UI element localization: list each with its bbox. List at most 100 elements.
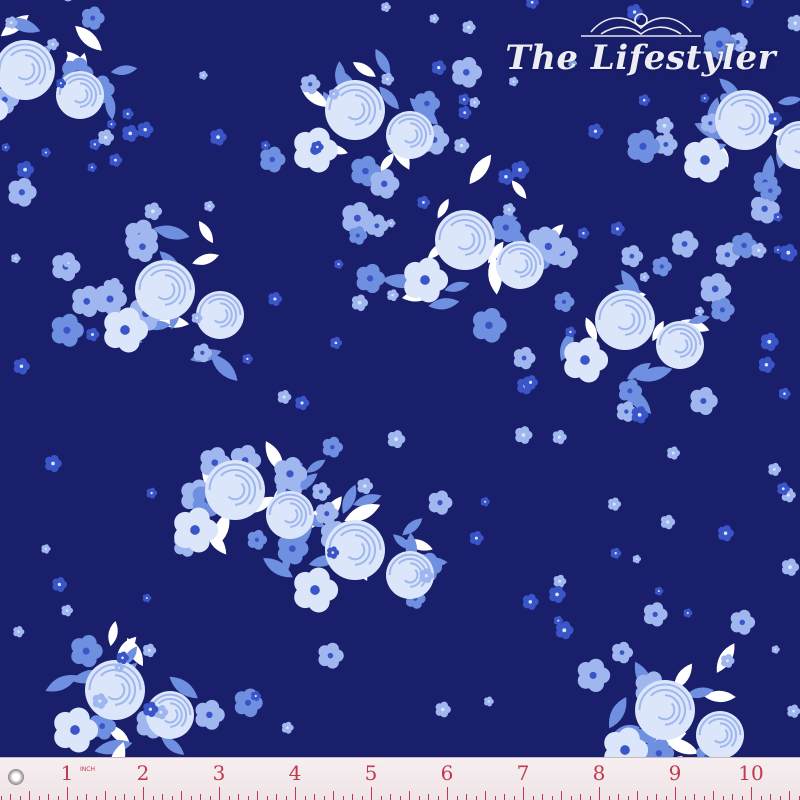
ruler-tick — [656, 794, 657, 800]
ruler-tick — [618, 794, 619, 800]
ruler-tick — [694, 794, 695, 800]
ruler-tick — [86, 794, 87, 800]
ruler-tick — [570, 796, 572, 800]
ruler-tick — [741, 796, 743, 800]
ruler-tick — [114, 796, 116, 800]
ruler-tick — [228, 796, 230, 800]
ruler-tick — [314, 794, 315, 800]
ruler-tick — [409, 791, 410, 800]
ruler-tick — [0, 796, 2, 800]
ruler-tick — [713, 791, 714, 800]
ruler-tick — [760, 796, 762, 800]
ruler-tick — [418, 796, 420, 800]
ruler-number: 8 — [592, 761, 606, 785]
ruler-tick — [162, 794, 163, 800]
ruler-tick — [95, 796, 97, 800]
watermark: The Lifestyler — [505, 8, 776, 78]
ruler-number: 3 — [212, 761, 226, 785]
ruler-tick — [209, 796, 211, 800]
ruler-tick — [608, 796, 610, 800]
ruler-tick — [485, 791, 486, 800]
ruler-tick — [257, 791, 258, 800]
ruler-tick — [285, 796, 287, 800]
ruler-tick — [675, 787, 676, 800]
ruler-tick — [143, 787, 144, 800]
ruler-tick — [200, 794, 201, 800]
ruler-tick — [10, 794, 11, 800]
ruler-tick — [589, 796, 591, 800]
ruler-tick — [266, 796, 268, 800]
ruler-tick — [342, 796, 344, 800]
ruler-tick — [219, 787, 220, 800]
fabric-photo: The Lifestyler INCH 1 2 3 4 5 6 7 8 9 10 — [0, 0, 800, 800]
ruler-tick — [399, 796, 401, 800]
ruler-number: 5 — [364, 761, 378, 785]
ruler-tick — [19, 796, 21, 800]
ruler-unit-label: INCH — [80, 766, 95, 773]
ruler-tick — [494, 796, 496, 800]
ruler-tick — [551, 796, 553, 800]
ruler-tick — [371, 787, 372, 800]
ruler-tick — [295, 787, 296, 800]
ruler-tick — [67, 787, 68, 800]
ruler-tick — [437, 796, 439, 800]
ruler-tick — [152, 796, 154, 800]
ruler-tick — [238, 794, 239, 800]
ruler-tick — [76, 796, 78, 800]
ruler-number: 9 — [668, 761, 682, 785]
ruler-tick — [798, 796, 800, 800]
ruler-tick — [466, 794, 467, 800]
ruler-tick — [447, 787, 448, 800]
ruler-tick — [504, 794, 505, 800]
ruler-tick — [789, 791, 790, 800]
ruler-tick — [124, 794, 125, 800]
ruler-tick — [276, 794, 277, 800]
ruler-tick — [532, 796, 534, 800]
ruler-tick — [475, 796, 477, 800]
ruler-tick — [247, 796, 249, 800]
ruler-tick — [599, 787, 600, 800]
ruler-tick — [29, 791, 30, 800]
ruler-tick — [323, 796, 325, 800]
ruler-tick — [352, 794, 353, 800]
ruler-tick — [57, 796, 59, 800]
eyelet-icon — [8, 769, 24, 785]
ruler-tick — [428, 794, 429, 800]
ruler-number: 4 — [288, 761, 302, 785]
ruler-number: 1 — [60, 761, 74, 785]
ruler-tick — [390, 794, 391, 800]
ruler-tick — [171, 796, 173, 800]
ruler-tick — [580, 794, 581, 800]
ruler-tick — [684, 796, 686, 800]
ruler-tick — [542, 794, 543, 800]
ruler-tick — [751, 787, 752, 800]
ruler-tick — [523, 787, 524, 800]
ruler-tick — [133, 796, 135, 800]
ruler-number: 6 — [440, 761, 454, 785]
ruler-tick — [456, 796, 458, 800]
ruler-tick — [561, 791, 562, 800]
ruler-tick — [770, 794, 771, 800]
measuring-tape: INCH 1 2 3 4 5 6 7 8 9 10 — [0, 757, 800, 800]
floral-fabric-pattern — [0, 0, 800, 800]
ruler-number: 2 — [136, 761, 150, 785]
ruler-tick — [732, 794, 733, 800]
ruler-tick — [38, 796, 40, 800]
ruler-tick — [304, 796, 306, 800]
ruler-number: 10 — [738, 761, 764, 785]
ruler-tick — [646, 796, 648, 800]
ruler-tick — [181, 791, 182, 800]
ornamental-crest-icon — [580, 13, 701, 37]
ruler-tick — [105, 791, 106, 800]
ruler-tick — [513, 796, 515, 800]
ruler-number: 7 — [516, 761, 530, 785]
ruler-tick — [665, 796, 667, 800]
ruler-tick — [380, 796, 382, 800]
ruler-tick — [190, 796, 192, 800]
ruler-tick — [627, 796, 629, 800]
ruler-tick — [703, 796, 705, 800]
ruler-tick — [48, 794, 49, 800]
ruler-tick — [779, 796, 781, 800]
ruler-tick — [333, 791, 334, 800]
ruler-tick — [722, 796, 724, 800]
